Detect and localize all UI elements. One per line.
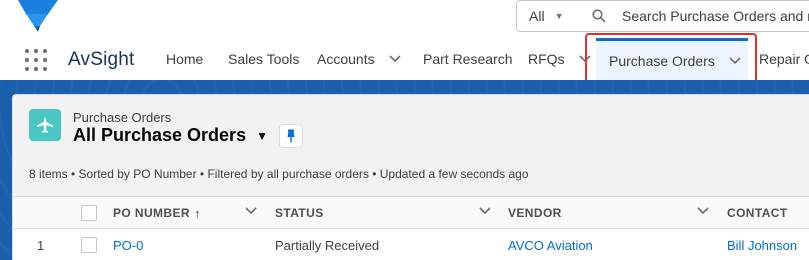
nav-item-rfqs[interactable]: RFQs xyxy=(528,38,591,80)
select-all-checkbox[interactable] xyxy=(81,205,97,221)
chevron-down-icon[interactable] xyxy=(245,207,257,215)
nav-item-home[interactable]: Home xyxy=(166,38,203,80)
po-number-link[interactable]: PO-0 xyxy=(113,229,143,260)
list-view-header: Purchase Orders All Purchase Orders ▼ 8 … xyxy=(13,95,809,197)
sort-ascending-icon: ↑ xyxy=(193,205,201,221)
contact-link[interactable]: Bill Johnson xyxy=(727,229,797,260)
search-placeholder: Search Purchase Orders and m xyxy=(622,8,809,24)
chevron-down-icon[interactable] xyxy=(697,207,709,215)
search-input[interactable]: Search Purchase Orders and m xyxy=(572,0,809,32)
nav-item-label: Sales Tools xyxy=(228,51,300,67)
search-scope-dropdown[interactable]: All ▼ xyxy=(516,0,573,32)
table-header: PO Number ↑ Status Vendor Contact xyxy=(13,197,809,229)
table-row: 1 PO-0 Partially Received AVCO Aviation … xyxy=(13,229,809,260)
chevron-down-icon[interactable] xyxy=(729,56,741,65)
salesforce-app: All ▼ Search Purchase Orders and m AvSig… xyxy=(0,0,809,260)
nav-item-part-research[interactable]: Part Research xyxy=(423,38,512,80)
avsight-logo-icon[interactable] xyxy=(18,0,62,34)
nav-item-sales-tools[interactable]: Sales Tools xyxy=(228,38,299,80)
airplane-icon xyxy=(29,109,61,141)
pin-icon xyxy=(287,129,295,143)
nav-item-label: Home xyxy=(166,51,204,67)
column-header-label: Status xyxy=(275,206,324,220)
nav-item-label: Purchase Orders xyxy=(609,52,715,69)
column-header-contact[interactable]: Contact xyxy=(727,197,788,229)
nav-item-purchase-orders[interactable]: Purchase Orders xyxy=(596,38,748,80)
row-number: 1 xyxy=(37,237,45,253)
column-header-label: Vendor xyxy=(508,206,562,220)
vendor-link[interactable]: AVCO Aviation xyxy=(508,229,593,260)
chevron-down-icon[interactable] xyxy=(479,207,491,215)
chevron-down-icon: ▼ xyxy=(554,11,564,21)
pin-list-button[interactable] xyxy=(279,124,303,148)
column-header-vendor[interactable]: Vendor xyxy=(508,197,562,229)
nav-item-accounts[interactable]: Accounts xyxy=(317,38,401,80)
caret-down-icon[interactable]: ▼ xyxy=(256,129,268,143)
nav-item-label: Repair O xyxy=(759,51,809,67)
app-name: AvSight xyxy=(68,49,135,70)
column-header-label: PO Number xyxy=(113,206,190,220)
global-header: All ▼ Search Purchase Orders and m xyxy=(0,0,809,38)
status-cell: Partially Received xyxy=(275,237,380,253)
chevron-down-icon[interactable] xyxy=(578,55,591,63)
column-header-label: Contact xyxy=(727,206,788,220)
column-header-status[interactable]: Status xyxy=(275,197,324,229)
list-view-card: Purchase Orders All Purchase Orders ▼ 8 … xyxy=(12,94,809,260)
list-view-selector[interactable]: All Purchase Orders ▼ xyxy=(73,125,268,146)
row-checkbox[interactable] xyxy=(81,237,97,253)
object-label: Purchase Orders xyxy=(73,110,172,125)
nav-item-label: RFQs xyxy=(528,51,565,67)
nav-item-repair-orders[interactable]: Repair O xyxy=(759,38,809,80)
nav-item-label: Part Research xyxy=(423,51,513,67)
search-icon xyxy=(592,9,606,23)
list-view-info: 8 items • Sorted by PO Number • Filtered… xyxy=(29,167,529,181)
chevron-down-icon[interactable] xyxy=(389,55,401,63)
list-view-title: All Purchase Orders xyxy=(73,125,247,145)
column-header-po-number[interactable]: PO Number ↑ xyxy=(113,197,201,229)
nav-item-label: Accounts xyxy=(317,51,375,67)
search-scope-label: All xyxy=(529,8,545,24)
app-navigation-bar: AvSight Home Sales Tools Accounts Part R… xyxy=(0,38,809,80)
app-launcher-icon[interactable] xyxy=(25,49,47,71)
